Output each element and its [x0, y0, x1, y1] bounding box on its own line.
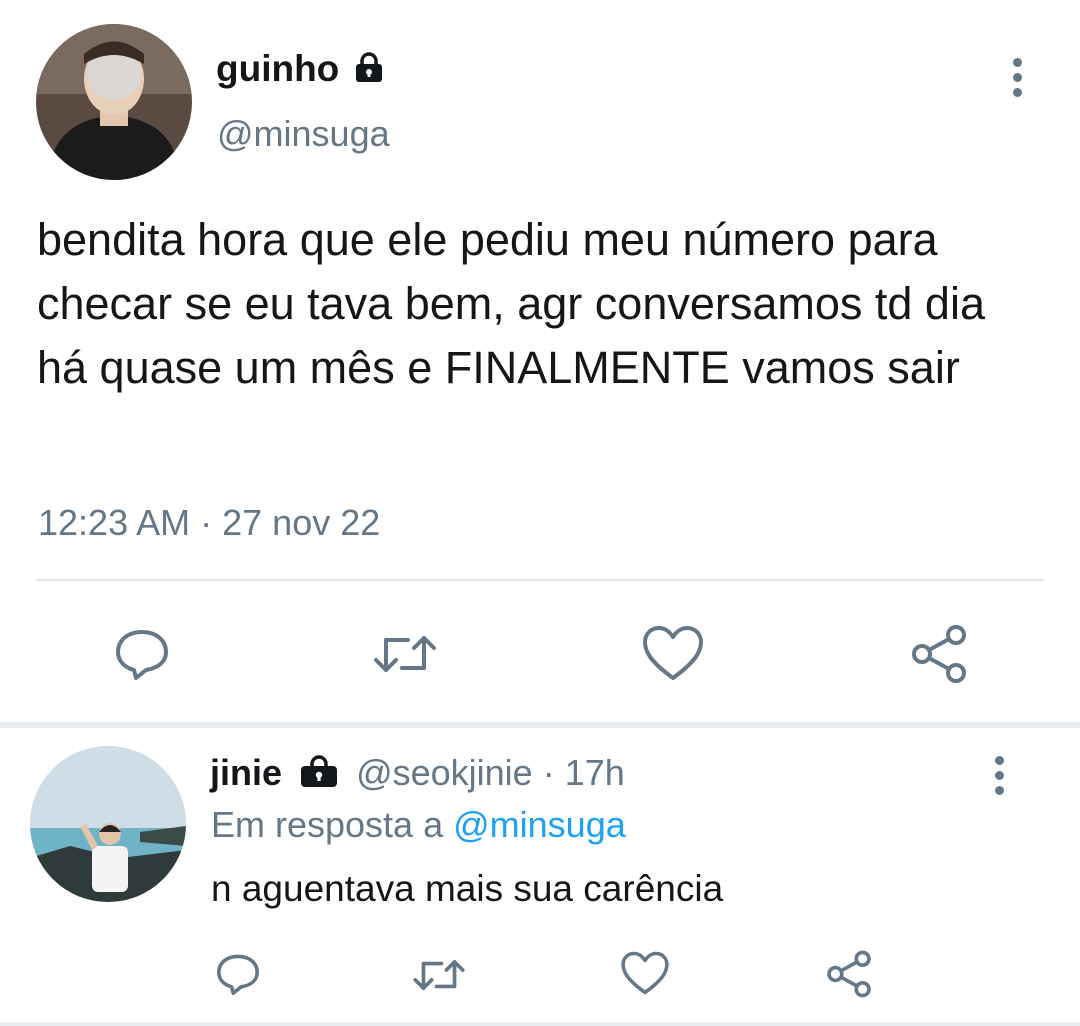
reply-text: n aguentava mais sua carência: [211, 868, 724, 909]
replying-to-label: Em resposta a: [211, 804, 444, 845]
reply-author-avatar[interactable]: [30, 746, 186, 902]
section-divider: [0, 722, 1080, 728]
reply-retweet-icon[interactable]: [412, 952, 466, 998]
like-icon[interactable]: [641, 624, 705, 682]
tweet-time: 12:23 AM: [38, 502, 191, 543]
tweet-date: 27 nov 22: [222, 502, 381, 543]
reply-age[interactable]: 17h: [565, 752, 625, 793]
reply-icon[interactable]: [112, 624, 172, 684]
divider: [36, 579, 1044, 581]
share-icon[interactable]: [908, 624, 970, 684]
more-options-icon[interactable]: [1002, 58, 1032, 98]
replying-to-handle[interactable]: @minsuga: [453, 804, 626, 845]
bottom-divider: [0, 1022, 1080, 1026]
reply-like-icon[interactable]: [620, 950, 670, 996]
reply-reply-icon[interactable]: [214, 950, 262, 998]
lock-icon: [354, 50, 384, 92]
author-name-text: guinho: [216, 48, 340, 89]
tweet-timestamp[interactable]: 12:23 AM · 27 nov 22: [38, 502, 380, 544]
reply-more-options-icon[interactable]: [984, 756, 1014, 796]
lock-icon: [298, 753, 340, 798]
timestamp-separator: ·: [200, 502, 213, 543]
reply-author-name[interactable]: jinie: [210, 752, 282, 793]
reply-separator: ·: [542, 752, 555, 793]
retweet-icon[interactable]: [372, 626, 438, 682]
replying-to: Em resposta a @minsuga: [211, 804, 626, 846]
reply-header: jinie @seokjinie · 17h: [210, 752, 625, 798]
reply-author-handle[interactable]: @seokjinie: [356, 752, 533, 793]
author-handle[interactable]: @minsuga: [217, 113, 390, 155]
reply-share-icon[interactable]: [824, 950, 874, 998]
author-name[interactable]: guinho: [216, 48, 384, 92]
author-avatar[interactable]: [36, 24, 192, 180]
tweet-text: bendita hora que ele pediu meu número pa…: [37, 214, 985, 393]
